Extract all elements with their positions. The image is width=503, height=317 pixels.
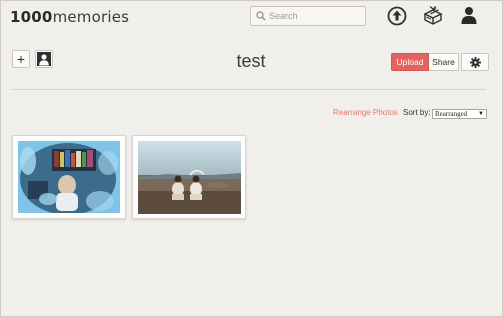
site-logo[interactable]: 1000memories [10, 8, 129, 26]
sort-select-value: Rearranged [435, 110, 468, 118]
two-men-beach-photo [138, 141, 241, 214]
rearrange-photos-link[interactable]: Rearrange Photos [333, 108, 398, 117]
app-window: 1000memories + test Upload [0, 0, 503, 317]
upload-button[interactable]: Upload [391, 53, 429, 71]
gift-box-icon[interactable] [422, 5, 444, 26]
sort-select[interactable]: Rearranged ▼ [432, 109, 487, 119]
person-filter-button[interactable] [35, 50, 53, 68]
user-icon[interactable] [460, 6, 478, 25]
album-title: test [236, 51, 266, 71]
divider [11, 89, 486, 90]
upload-arrow-icon[interactable] [387, 6, 407, 26]
search-box[interactable] [250, 6, 366, 26]
share-button[interactable]: Share [429, 53, 459, 71]
settings-button[interactable] [461, 53, 489, 71]
dropdown-arrow-icon: ▼ [478, 111, 484, 117]
photo-card[interactable] [132, 135, 246, 219]
gear-icon [469, 56, 481, 68]
search-icon [256, 11, 266, 21]
child-photo [18, 141, 120, 213]
add-button[interactable]: + [12, 50, 30, 68]
album-actions: Upload Share [391, 53, 489, 71]
plus-icon: + [16, 51, 26, 67]
photo-card[interactable] [12, 135, 126, 219]
search-input[interactable] [269, 8, 361, 24]
sort-by-label: Sort by: [403, 108, 431, 117]
person-icon [37, 52, 51, 66]
